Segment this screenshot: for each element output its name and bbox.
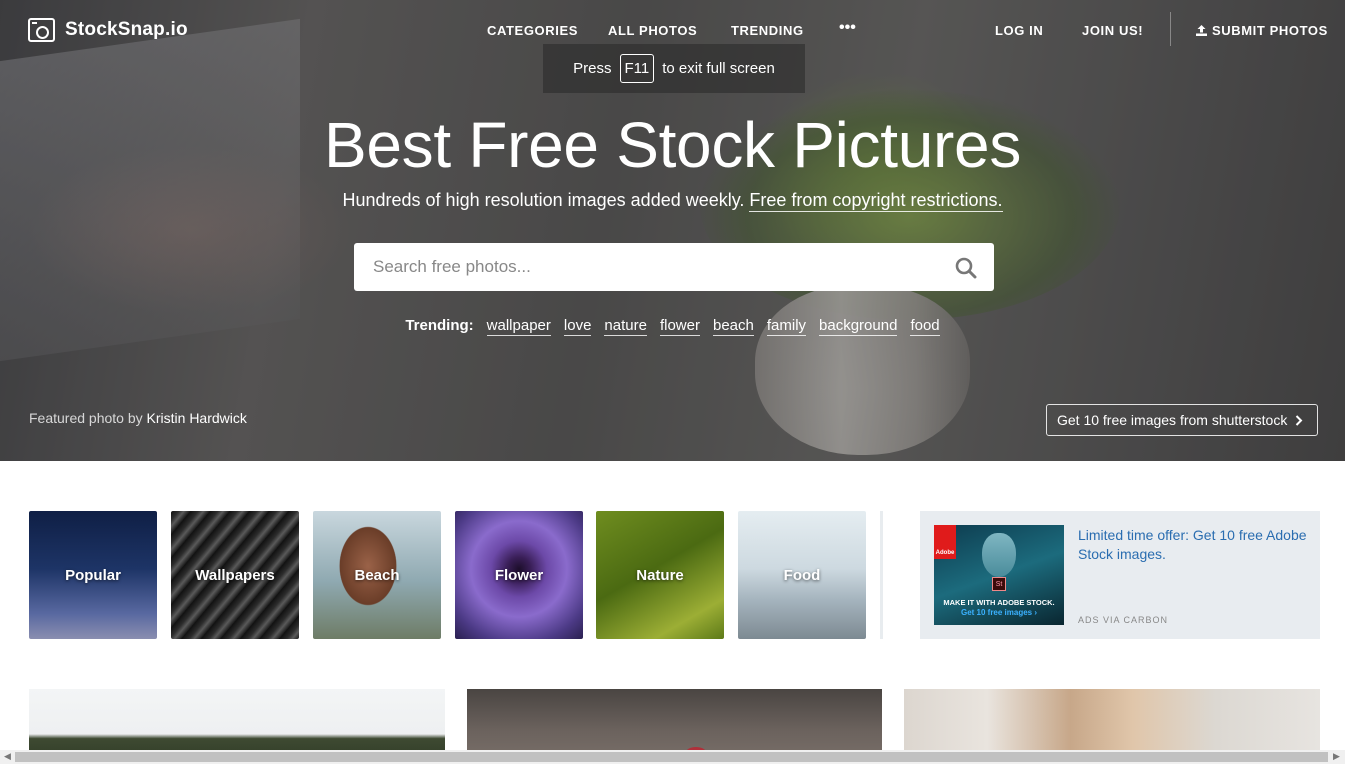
trending-tag-family[interactable]: family (766, 317, 807, 336)
nav-join[interactable]: JOIN US! (1082, 23, 1143, 38)
category-food[interactable]: Food (738, 511, 866, 639)
ad-image-headline: MAKE IT WITH ADOBE STOCK. (943, 598, 1055, 607)
trending-label: Trending: (405, 317, 474, 334)
adobe-stock-badge: St (992, 577, 1006, 591)
horizontal-scrollbar[interactable]: ◀ ▶ (0, 750, 1345, 764)
ad-image[interactable]: Adobe St MAKE IT WITH ADOBE STOCK. Get 1… (934, 525, 1064, 625)
f11-key: F11 (619, 54, 655, 83)
hero-subtitle: Hundreds of high resolution images added… (342, 190, 1003, 212)
more-menu-icon[interactable]: ••• (839, 19, 856, 37)
search-icon[interactable] (955, 257, 977, 279)
category-nature[interactable]: Nature (596, 511, 724, 639)
search-box (354, 243, 994, 291)
ad-image-cta: Get 10 free images › (960, 608, 1038, 617)
scroll-left-icon[interactable]: ◀ (4, 751, 11, 762)
copyright-link[interactable]: Free from copyright restrictions. (749, 190, 1003, 212)
ad-portrait (982, 533, 1016, 577)
nav-submit-photos[interactable]: SUBMIT PHOTOS (1196, 23, 1328, 38)
nav-log-in[interactable]: LOG IN (995, 23, 1043, 38)
scroll-right-icon[interactable]: ▶ (1333, 751, 1340, 762)
site-logo[interactable]: StockSnap.io (28, 18, 188, 42)
category-scroll-edge (880, 511, 883, 639)
nav-categories[interactable]: CATEGORIES (487, 23, 578, 38)
chevron-right-icon (1296, 414, 1303, 426)
fullscreen-notice: Press F11 to exit full screen (543, 44, 805, 93)
trending-tag-beach[interactable]: beach (712, 317, 754, 336)
featured-credit: Featured photo by Kristin Hardwick (29, 410, 247, 426)
category-popular[interactable]: Popular (29, 511, 157, 639)
search-input[interactable] (354, 243, 934, 291)
camera-icon (28, 18, 55, 42)
submit-photos-label: SUBMIT PHOTOS (1212, 23, 1328, 38)
upload-icon (1196, 25, 1207, 36)
category-flower[interactable]: Flower (455, 511, 583, 639)
nav-trending[interactable]: TRENDING (731, 23, 804, 38)
ads-via-carbon-link[interactable]: ADS VIA CARBON (1078, 615, 1168, 625)
shutterstock-label: Get 10 free images from shutterstock (1057, 412, 1288, 428)
nav-all-photos[interactable]: ALL PHOTOS (608, 23, 697, 38)
shutterstock-button[interactable]: Get 10 free images from shutterstock (1046, 404, 1318, 436)
trending-tag-love[interactable]: love (563, 317, 592, 336)
trending-tag-wallpaper[interactable]: wallpaper (486, 317, 551, 336)
scrollbar-thumb[interactable] (15, 752, 1328, 762)
trending-tag-food[interactable]: food (910, 317, 940, 336)
site-name: StockSnap.io (65, 19, 188, 40)
trending-tag-background[interactable]: background (819, 317, 898, 336)
page-title: Best Free Stock Pictures (323, 109, 1022, 181)
trending-tag-flower[interactable]: flower (659, 317, 700, 336)
category-beach[interactable]: Beach (313, 511, 441, 639)
adobe-logo: Adobe (934, 525, 956, 559)
category-wallpapers[interactable]: Wallpapers (171, 511, 299, 639)
featured-author-link[interactable]: Kristin Hardwick (147, 410, 247, 426)
nav-divider (1170, 12, 1171, 46)
ad-text-link[interactable]: Limited time offer: Get 10 free Adobe St… (1078, 526, 1308, 564)
trending-tags: Trending: wallpaper love nature flower b… (0, 317, 1345, 336)
trending-tag-nature[interactable]: nature (604, 317, 647, 336)
